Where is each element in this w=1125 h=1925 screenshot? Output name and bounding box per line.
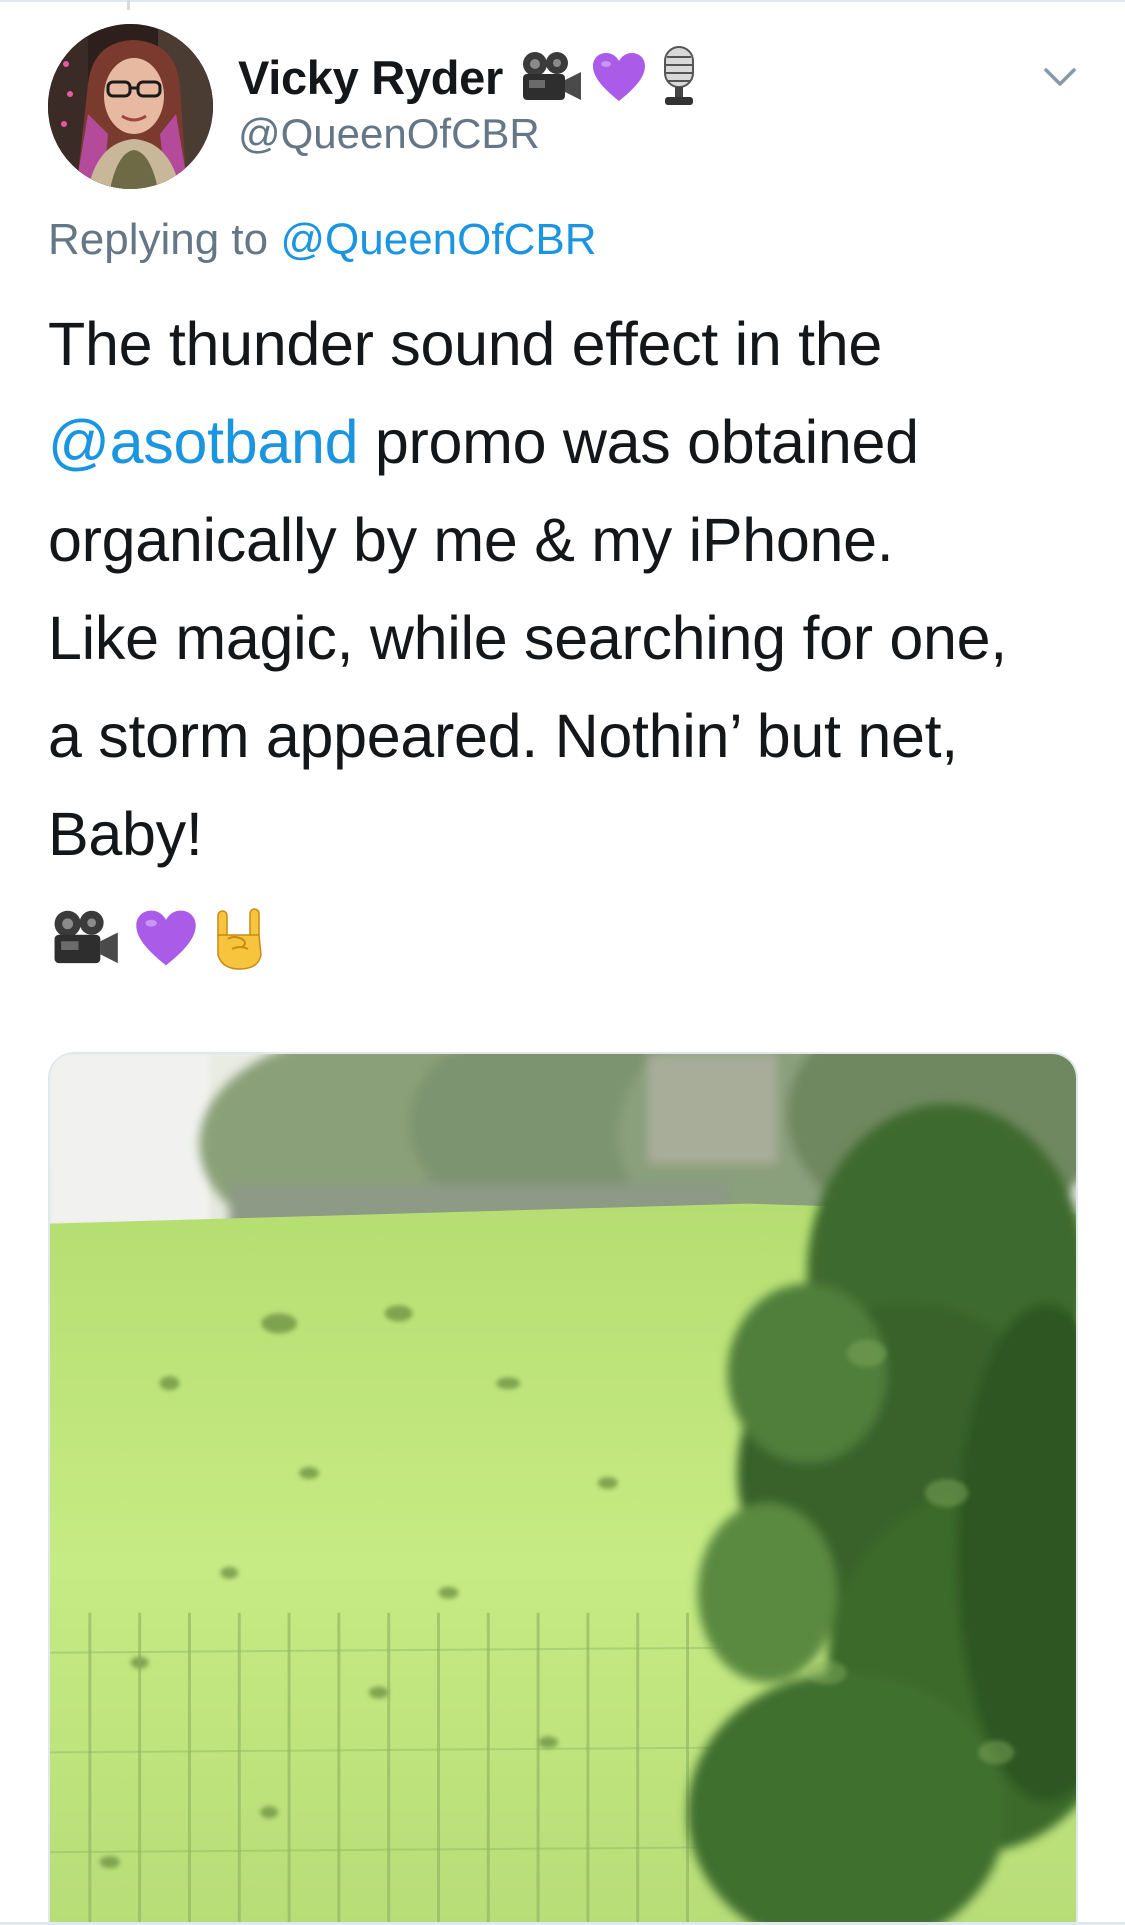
reply-prefix: Replying to <box>48 215 269 264</box>
author-handle[interactable]: @QueenOfCBR <box>238 110 540 158</box>
text-segment: a storm appeared. Nothin’ but net, <box>48 702 958 770</box>
text-segment: Baby! <box>48 800 203 868</box>
tweet-card[interactable]: Vicky Ryder @QueenOfCBR Replying to @Que… <box>0 0 1125 1925</box>
tweet-text-line: a storm appeared. Nothin’ but net, <box>48 687 1088 785</box>
text-segment: Like magic, while searching for one, <box>48 604 1007 672</box>
display-name[interactable]: Vicky Ryder <box>238 50 503 105</box>
reply-context: Replying to @QueenOfCBR <box>48 215 597 265</box>
text-segment: promo was obtained <box>358 408 919 476</box>
top-divider <box>0 0 1125 2</box>
tweet-text-line: Like magic, while searching for one, <box>48 589 1088 687</box>
avatar-image <box>48 24 213 189</box>
mention-link[interactable]: @asotband <box>48 408 359 476</box>
purple-heart-icon <box>591 51 647 103</box>
tweet-text-line: The thunder sound effect in the <box>48 295 1088 393</box>
avatar[interactable] <box>48 24 213 189</box>
reply-to-link[interactable]: @QueenOfCBR <box>280 215 596 264</box>
tweet-media[interactable] <box>48 1052 1078 1925</box>
purple-heart-icon <box>134 908 198 968</box>
video-thumbnail <box>50 1054 1076 1925</box>
tweet-text-line: @asotband promo was obtained <box>48 393 1088 491</box>
thread-line <box>127 0 130 10</box>
tweet-emoji-line <box>48 905 266 971</box>
name-emojis <box>517 45 703 109</box>
chevron-down-icon[interactable] <box>1040 62 1080 92</box>
microphone-icon <box>655 45 703 109</box>
movie-camera-icon <box>48 907 120 969</box>
tweet-text-line: Baby! <box>48 785 1088 883</box>
text-segment: The thunder sound effect in the <box>48 310 883 378</box>
movie-camera-icon <box>517 50 583 104</box>
tweet-text-line: organically by me & my iPhone. <box>48 491 1088 589</box>
tweet-text: The thunder sound effect in the @asotban… <box>48 295 1088 883</box>
sign-of-horns-icon <box>212 905 266 971</box>
author-name-row[interactable]: Vicky Ryder <box>238 44 703 110</box>
text-segment: organically by me & my iPhone. <box>48 506 894 574</box>
